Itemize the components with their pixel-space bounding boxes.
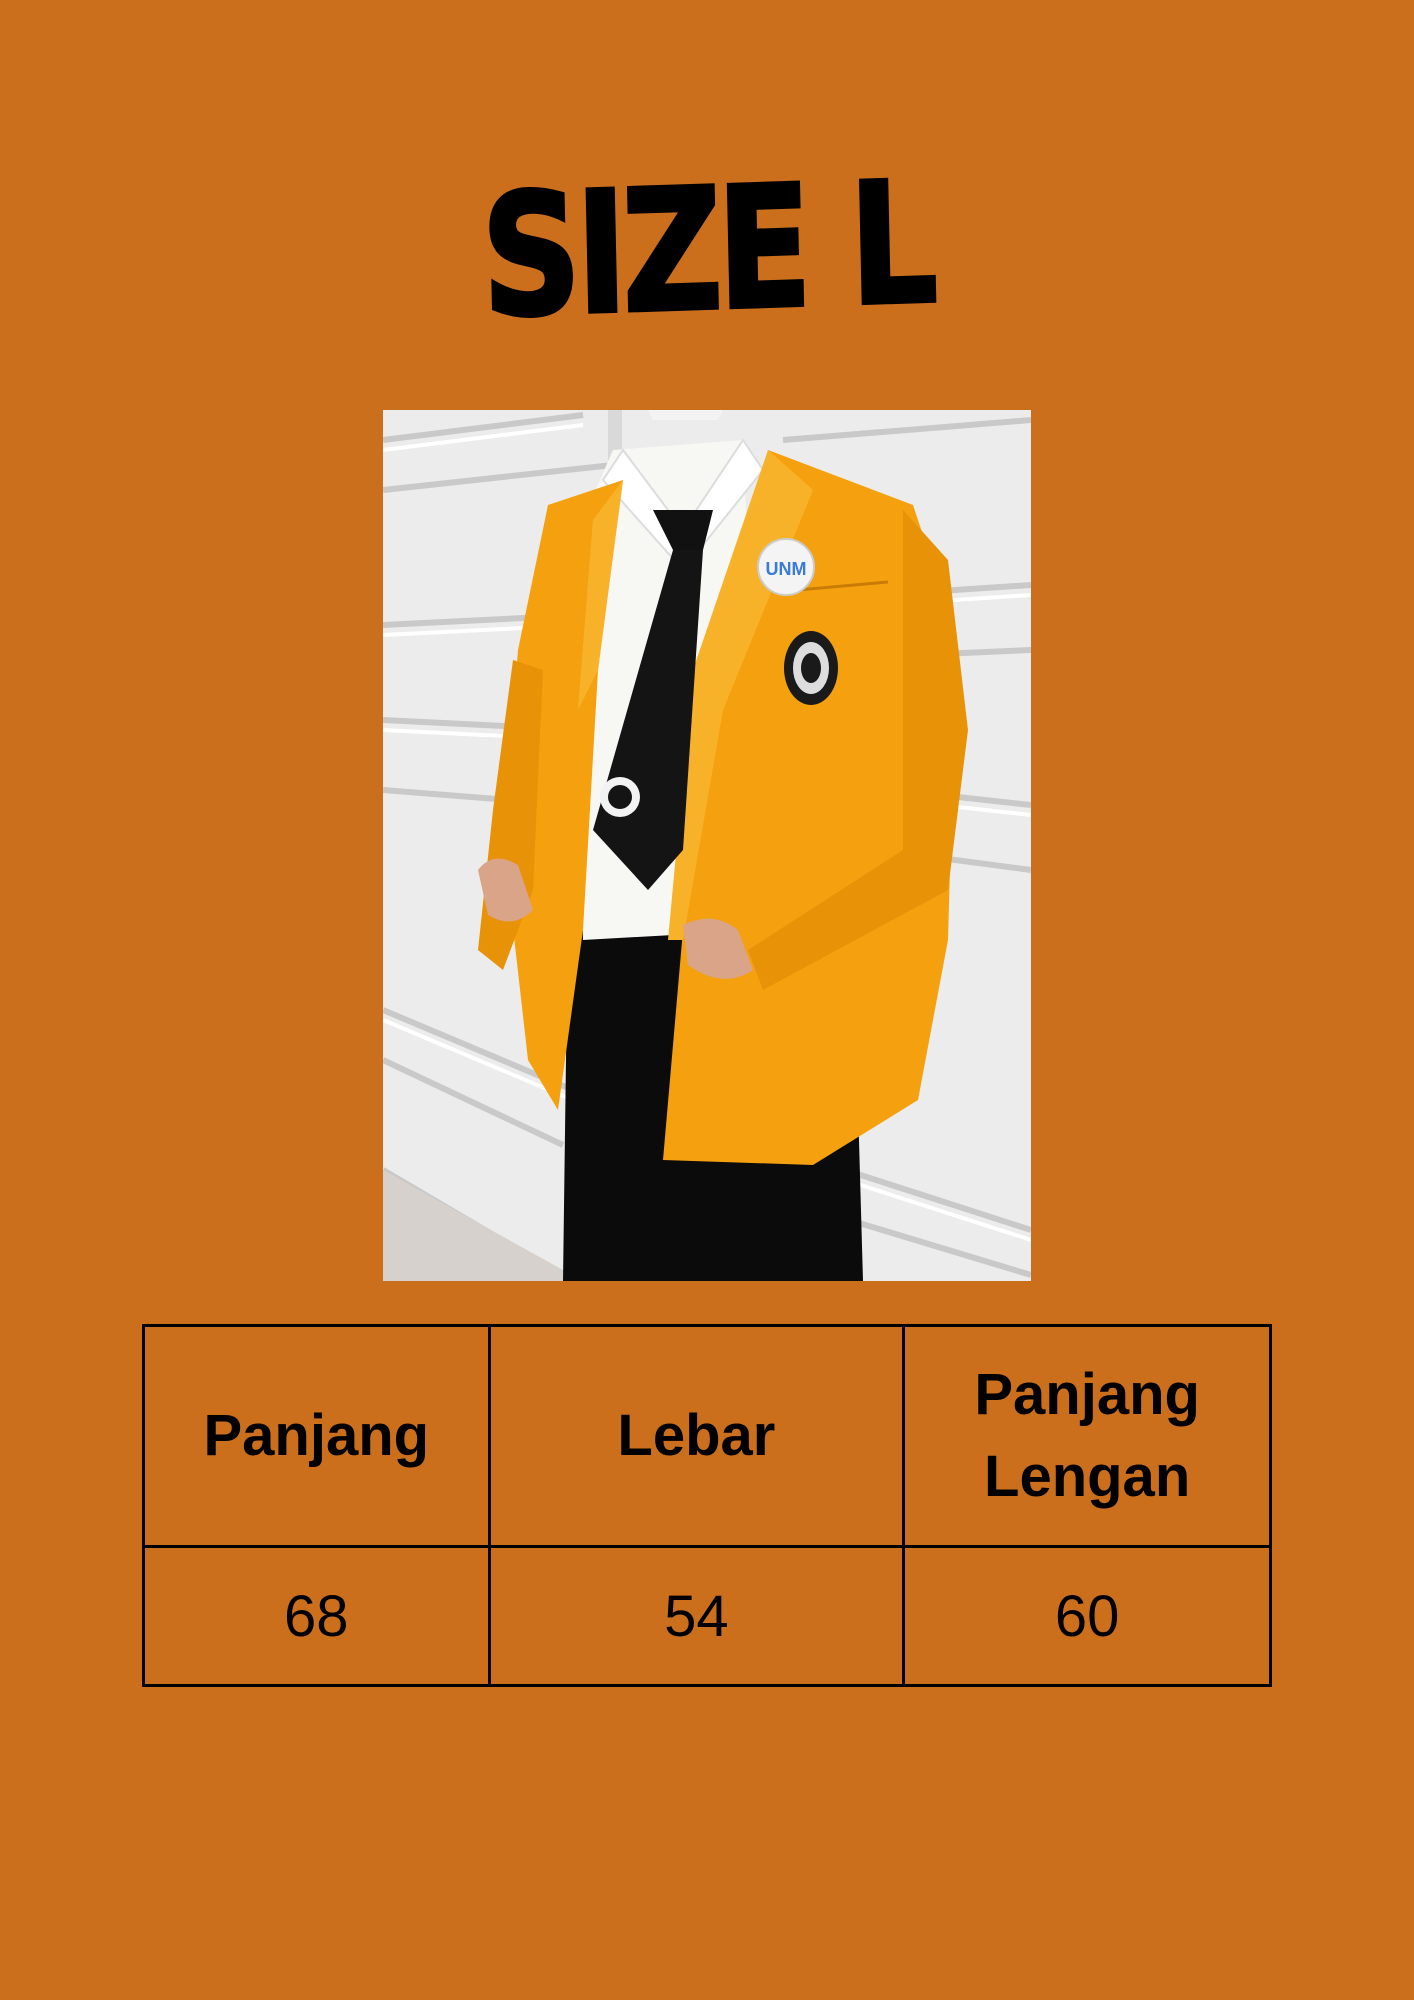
- value-panjang: 68: [142, 1545, 491, 1687]
- value-lebar: 54: [487, 1545, 906, 1687]
- table-header-row: Panjang Lebar Panjang Lengan: [142, 1324, 1272, 1548]
- header-panjang-lengan: Panjang Lengan: [902, 1324, 1272, 1548]
- table-row: 68 54 60: [142, 1545, 1272, 1687]
- page-title: SIZE L: [478, 143, 936, 357]
- svg-text:UNM: UNM: [766, 559, 807, 579]
- header-lebar: Lebar: [487, 1324, 906, 1548]
- header-panjang: Panjang: [142, 1324, 491, 1548]
- size-table: Panjang Lebar Panjang Lengan 68 54 60: [142, 1324, 1272, 1687]
- value-panjang-lengan: 60: [902, 1545, 1272, 1687]
- product-photo: UNM: [383, 410, 1031, 1281]
